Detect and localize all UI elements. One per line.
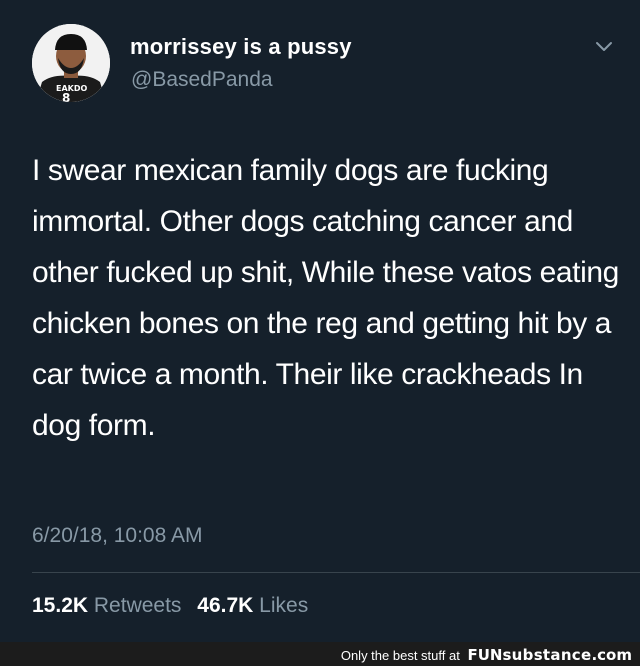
footer-tagline: Only the best stuff at [340, 648, 460, 663]
funsubstance-logo[interactable]: FUNsubstance.com [467, 646, 632, 664]
chevron-down-icon[interactable] [592, 38, 616, 56]
likes-count: 46.7K [197, 594, 254, 617]
tweet-text: I swear mexican family dogs are fucking … [32, 154, 619, 442]
tweet-stats: 15.2K Retweets 46.7K Likes [32, 594, 318, 618]
divider [32, 572, 640, 573]
avatar-image: EAKDO 8 [32, 24, 110, 102]
tweet-card: EAKDO 8 morrissey is a pussy @BasedPanda… [0, 0, 640, 642]
likes-stat[interactable]: 46.7K Likes [197, 594, 308, 617]
brand-domain: .com [591, 646, 632, 664]
svg-text:8: 8 [62, 91, 70, 102]
avatar-shirt-text: EAKDO [56, 84, 87, 93]
avatar[interactable]: EAKDO 8 [32, 24, 110, 102]
brand-fun: FUN [467, 646, 503, 664]
retweets-stat[interactable]: 15.2K Retweets [32, 594, 181, 617]
likes-label: Likes [259, 594, 309, 617]
brand-substance: substance [502, 646, 592, 664]
footer-text: Only the best stuff at FUNsubstance.com [341, 646, 632, 664]
retweets-count: 15.2K [32, 594, 89, 617]
retweets-label: Retweets [93, 594, 182, 617]
tweet-timestamp[interactable]: 6/20/18, 10:08 AM [32, 524, 202, 548]
display-name[interactable]: morrissey is a pussy [130, 34, 352, 60]
user-handle[interactable]: @BasedPanda [131, 68, 273, 92]
watermark-footer: Only the best stuff at FUNsubstance.com [0, 642, 640, 666]
